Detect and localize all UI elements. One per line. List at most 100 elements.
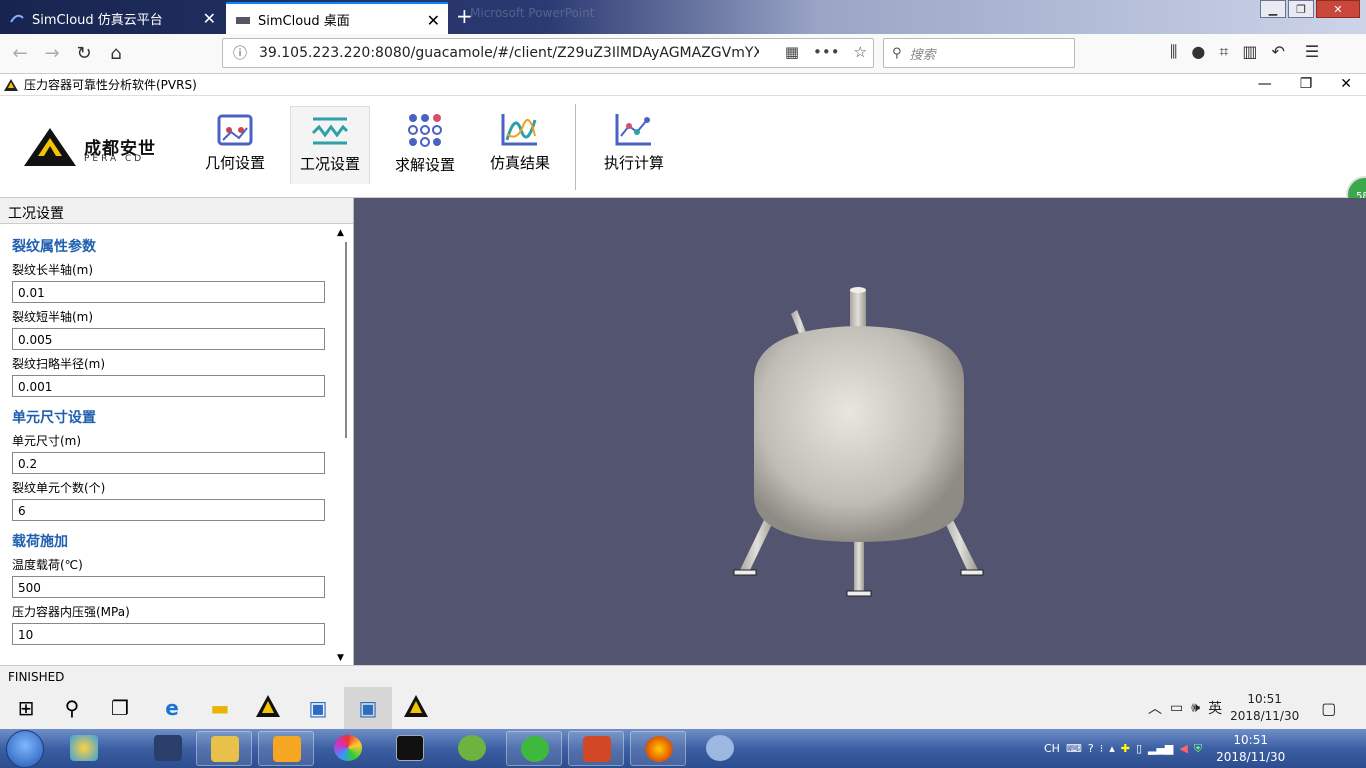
home-icon[interactable]: ⌂ — [104, 42, 128, 66]
help-icon[interactable]: ? — [1088, 742, 1094, 755]
reload-icon[interactable]: ↻ — [72, 42, 96, 66]
taskbar-powerpoint[interactable] — [568, 731, 624, 766]
sidebar-icon[interactable]: ▥ — [1242, 42, 1257, 62]
task-view-icon[interactable]: ❐ — [106, 695, 134, 721]
minimize-icon[interactable]: ▁ — [1260, 0, 1286, 18]
toolbar-right: ⫼ ● ⌗ ▥ ↶ ☰ — [1170, 42, 1319, 62]
app-minimize-icon[interactable]: — — [1258, 76, 1272, 92]
volume-icon[interactable]: 🕪 — [1191, 700, 1200, 716]
signal-icon[interactable]: ▂▄▆ — [1148, 742, 1173, 755]
ribbon-label: 执行计算 — [603, 154, 664, 172]
close-tab-icon[interactable]: ✕ — [427, 11, 440, 30]
element-size-input[interactable]: 0.2 — [12, 452, 325, 474]
back-icon[interactable]: ← — [8, 42, 32, 66]
taskbar-spring[interactable] — [444, 731, 500, 766]
notification-icon[interactable]: ▢ — [1321, 699, 1336, 718]
pinned-photos-icon[interactable] — [56, 731, 112, 766]
url-text: 39.105.223.220:8080/guacamole/#/client/Z… — [259, 45, 759, 61]
bookmark-star-icon[interactable]: ☆ — [854, 43, 867, 61]
undo-icon[interactable]: ↶ — [1271, 42, 1284, 62]
show-hidden-icon[interactable]: ▴ — [1109, 742, 1115, 755]
field-label: 单元尺寸(m) — [12, 434, 82, 448]
ribbon-solver-button[interactable]: 求解设置 — [385, 106, 465, 184]
ribbon-label: 仿真结果 — [489, 154, 550, 172]
run-calc-icon — [615, 114, 651, 146]
taskbar-firefox[interactable] — [630, 731, 686, 766]
brand-en: PERA CD — [84, 154, 145, 164]
taskbar-paint[interactable] — [692, 731, 748, 766]
taskbar-outlook[interactable] — [258, 731, 314, 766]
tab-simcloud-platform[interactable]: SimCloud 仿真云平台 ✕ — [0, 2, 224, 34]
sound-muted-icon[interactable]: ◀ — [1179, 742, 1187, 755]
usb-icon[interactable]: ▯ — [1136, 742, 1142, 755]
ribbon-conditions-button[interactable]: 工况设置 — [290, 106, 370, 184]
url-bar[interactable]: ⓘ 39.105.223.220:8080/guacamole/#/client… — [222, 38, 874, 68]
chevron-up-icon[interactable]: ︿ — [1148, 698, 1162, 718]
taskbar-picasa[interactable] — [320, 731, 376, 766]
library-icon[interactable]: ⫼ — [1170, 42, 1177, 62]
app-close-icon[interactable]: ✕ — [1340, 76, 1352, 92]
tab-label: SimCloud 桌面 — [258, 13, 350, 29]
3d-viewport[interactable] — [354, 198, 1366, 665]
panel-scrollbar[interactable]: ▲ ▼ — [335, 226, 351, 665]
forward-icon[interactable]: → — [40, 42, 64, 66]
window-app-icon[interactable]: ▣ — [304, 695, 332, 721]
app-restore-icon[interactable]: ❐ — [1300, 76, 1313, 92]
scroll-down-icon[interactable]: ▼ — [337, 653, 344, 663]
windows-start-icon[interactable]: ⊞ — [12, 695, 40, 721]
panel-body: 裂纹属性参数 裂纹长半轴(m) 0.01 裂纹短半轴(m) 0.005 裂纹扫略… — [0, 226, 336, 665]
ribbon-geometry-button[interactable]: 几何设置 — [195, 106, 275, 184]
local-date: 2018/11/30 — [1216, 749, 1286, 764]
app-title-bar: 压力容器可靠性分析软件(PVRS) — ❐ ✕ — [0, 74, 1366, 96]
taskbar-explorer[interactable] — [196, 731, 252, 766]
internal-pressure-input[interactable]: 10 — [12, 623, 325, 645]
ime-indicator[interactable]: 英 — [1208, 698, 1222, 718]
scroll-thumb[interactable] — [337, 242, 347, 438]
taskbar-cmd[interactable] — [382, 731, 438, 766]
tab-simcloud-desktop[interactable]: SimCloud 桌面 ✕ — [226, 2, 448, 34]
maximize-icon[interactable]: ❐ — [1288, 0, 1314, 18]
section-load: 载荷施加 — [12, 534, 68, 550]
ribbon-label: 几何设置 — [204, 154, 265, 172]
ribbon-run-button[interactable]: 执行计算 — [594, 106, 674, 184]
results-icon — [501, 114, 537, 146]
close-tab-icon[interactable]: ✕ — [203, 9, 216, 28]
crack-short-axis-input[interactable]: 0.005 — [12, 328, 325, 350]
local-clock[interactable]: 10:51 2018/11/30 — [1216, 732, 1285, 766]
menu-icon[interactable]: ☰ — [1305, 42, 1319, 62]
temperature-load-input[interactable]: 500 — [12, 576, 325, 598]
file-explorer-icon[interactable]: ▬ — [206, 695, 234, 721]
remote-clock[interactable]: 10:51 2018/11/30 — [1230, 691, 1299, 725]
keyboard-icon[interactable]: ⌨ — [1066, 742, 1082, 755]
crack-sweep-radius-input[interactable]: 0.001 — [12, 375, 325, 397]
pinned-tool-icon[interactable] — [140, 731, 196, 766]
window-app-active-icon[interactable]: ▣ — [344, 687, 392, 729]
qr-code-icon[interactable]: ▦ — [785, 43, 799, 61]
remote-date: 2018/11/30 — [1230, 709, 1300, 723]
page-actions-icon[interactable]: ••• — [813, 43, 840, 61]
ime-options-icon[interactable]: ⁝ — [1100, 742, 1104, 755]
conditions-panel: 工况设置 裂纹属性参数 裂纹长半轴(m) 0.01 裂纹短半轴(m) 0.005… — [0, 198, 354, 665]
ie-icon[interactable]: e — [158, 695, 186, 721]
search-input[interactable]: ⚲ 搜索 — [883, 38, 1075, 68]
pvrs-app-icon-2[interactable] — [402, 695, 430, 721]
section-element-size: 单元尺寸设置 — [12, 410, 96, 426]
security-icon[interactable]: ✚ — [1121, 742, 1130, 755]
shield-icon[interactable]: ⛨ — [1194, 742, 1202, 756]
panel-title: 工况设置 — [0, 198, 353, 224]
crack-long-axis-input[interactable]: 0.01 — [12, 281, 325, 303]
crack-element-count-input[interactable]: 6 — [12, 499, 325, 521]
ribbon-results-button[interactable]: 仿真结果 — [480, 106, 560, 184]
language-indicator[interactable]: CH — [1044, 742, 1060, 755]
pvrs-app-icon[interactable] — [254, 695, 282, 721]
win7-start-icon[interactable] — [6, 730, 44, 768]
chat-icon[interactable]: ● — [1191, 42, 1205, 62]
scroll-up-icon[interactable]: ▲ — [337, 228, 344, 238]
field-label: 裂纹扫略半径(m) — [12, 357, 106, 371]
taskbar-wechat[interactable] — [506, 731, 562, 766]
info-icon[interactable]: ⓘ — [233, 43, 247, 63]
network-icon[interactable]: ▭ — [1170, 700, 1183, 716]
screenshot-icon[interactable]: ⌗ — [1219, 42, 1228, 62]
close-window-icon[interactable]: ✕ — [1316, 0, 1360, 18]
search-icon[interactable]: ⚲ — [58, 695, 86, 721]
